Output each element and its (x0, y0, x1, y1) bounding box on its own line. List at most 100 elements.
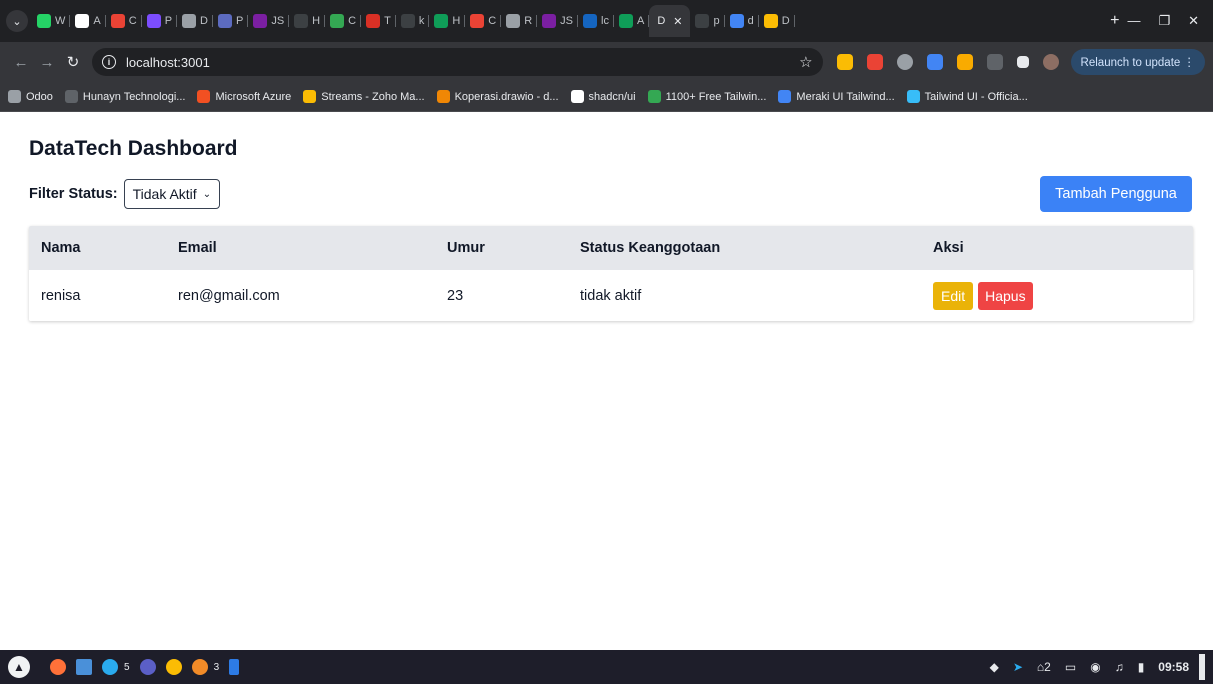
battery-icon[interactable]: ▮ (1138, 660, 1145, 674)
notification-icon[interactable]: ⌂2 (1037, 660, 1051, 674)
launcher-icon[interactable]: ▲ (8, 656, 30, 678)
tab-favicon-icon (294, 14, 309, 28)
tab-search-icon[interactable]: ⌄ (6, 10, 28, 32)
extension-icon[interactable] (866, 54, 883, 70)
browser-tab[interactable]: P (142, 7, 178, 35)
printer-icon[interactable]: ▭ (1065, 660, 1076, 674)
window-controls: — ❐ ✕ (1127, 13, 1207, 29)
firefox-icon[interactable] (50, 659, 66, 675)
bookmark-item[interactable]: Streams - Zoho Ma... (303, 90, 425, 103)
browser-tab[interactable]: C (106, 7, 142, 35)
bookmark-favicon-icon (197, 90, 211, 103)
browser-tab[interactable]: d (725, 7, 759, 35)
bookmark-item[interactable]: 1100+ Free Tailwin... (647, 90, 767, 103)
bookmark-item[interactable]: Odoo (8, 90, 53, 103)
browser-tab[interactable]: H (429, 7, 466, 35)
page-title: DataTech Dashboard (29, 137, 238, 160)
url-text: localhost:3001 (126, 54, 210, 70)
browser-tab[interactable]: C (325, 7, 362, 35)
browser-tab[interactable]: T (361, 7, 396, 35)
bookmark-favicon-icon (647, 90, 661, 103)
status-filter-select[interactable]: Tidak Aktif ⌄ (123, 179, 221, 209)
audio-icon[interactable]: ♫ (1115, 660, 1124, 674)
bookmark-label: 1100+ Free Tailwin... (665, 90, 767, 103)
browser-tab[interactable]: k (396, 7, 430, 35)
app-icon[interactable] (139, 659, 156, 675)
profile-avatar[interactable] (1042, 54, 1059, 70)
tab-favicon-icon (729, 14, 744, 28)
bookmark-favicon-icon (64, 90, 78, 103)
bookmark-favicon-icon (303, 90, 317, 103)
tab-favicon-icon (583, 14, 598, 28)
tab-favicon-icon (434, 14, 449, 28)
bookmark-item[interactable]: Microsoft Azure (197, 90, 291, 103)
browser-tab[interactable]: D (177, 7, 213, 35)
cell-status: tidak aktif (580, 287, 642, 304)
browser-tab[interactable]: A (70, 7, 107, 35)
telegram-tray-icon[interactable]: ➤ (1013, 660, 1023, 674)
tab-label: lc (601, 15, 609, 27)
back-icon[interactable]: ← (8, 54, 34, 71)
files-icon[interactable] (76, 659, 92, 675)
tab-list: W A C P D P JS H C Tk H C R JS lc A D ✕ p d D (32, 5, 1102, 37)
bookmark-favicon-icon (436, 90, 450, 103)
browser-tab[interactable]: C (465, 7, 502, 35)
delete-button[interactable]: Hapus (978, 281, 1033, 310)
minimize-icon[interactable]: — (1127, 13, 1140, 29)
add-user-button[interactable]: Tambah Pengguna (1040, 176, 1192, 212)
extension-icon[interactable] (836, 54, 853, 70)
bookmark-item[interactable]: Meraki UI Tailwind... (778, 90, 895, 103)
new-tab-icon[interactable]: + (1102, 12, 1127, 30)
browser-tab[interactable]: JS (537, 7, 578, 35)
bookmark-item[interactable]: Koperasi.drawio - d... (436, 90, 559, 103)
browser-tab[interactable]: JS (248, 7, 290, 35)
side-panel-icon[interactable] (1016, 56, 1029, 68)
restore-icon[interactable]: ❐ (1158, 13, 1170, 29)
reload-icon[interactable]: ↻ (60, 53, 86, 71)
tab-favicon-icon (366, 14, 381, 28)
bookmark-item[interactable]: shadcn/ui (570, 90, 636, 103)
tab-favicon-icon (110, 14, 125, 28)
close-tab-icon[interactable]: ✕ (673, 15, 682, 28)
extension-icon[interactable] (926, 54, 943, 70)
vscode-icon[interactable] (229, 659, 240, 675)
postman-icon[interactable] (191, 659, 208, 675)
browser-tab[interactable]: lc (578, 7, 614, 35)
tab-active[interactable]: D ✕ (649, 5, 691, 37)
browser-tab[interactable]: W (32, 7, 71, 35)
browser-tab[interactable]: D (759, 7, 795, 35)
cell-umur: 23 (447, 287, 464, 304)
extension-icon[interactable] (896, 54, 913, 70)
bookmark-star-icon[interactable]: ☆ (799, 53, 812, 71)
forward-icon[interactable]: → (34, 54, 60, 71)
extensions-puzzle-icon[interactable] (986, 54, 1003, 70)
close-window-icon[interactable]: ✕ (1188, 13, 1199, 29)
taskbar-apps: 5 3 (50, 659, 240, 675)
tab-label: D (781, 15, 790, 27)
chrome-icon[interactable] (165, 659, 182, 675)
table-header: Nama Email Umur Status Keanggotaan Aksi (29, 226, 1193, 270)
browser-tab[interactable]: p (690, 7, 725, 35)
edit-button[interactable]: Edit (933, 281, 974, 310)
system-tray: ◆ ➤ ⌂2 ▭ ◉ ♫ ▮ 09:58 (990, 660, 1189, 674)
row-actions: Edit Hapus (933, 281, 1033, 310)
filter-label: Filter Status: (29, 186, 118, 202)
extension-icon[interactable] (956, 54, 973, 70)
browser-tab-strip: ⌄ W A C P D P JS H C Tk H C R JS lc A D ✕ p d D + — ❐ ✕ (0, 0, 1213, 42)
browser-tab[interactable]: H (289, 7, 326, 35)
chevron-down-icon: ⌄ (202, 188, 212, 200)
browser-tab[interactable]: A (614, 7, 650, 35)
site-info-icon[interactable]: i (102, 55, 116, 69)
bookmark-item[interactable]: Hunayn Technologi... (64, 90, 185, 103)
tab-label: p (713, 15, 720, 27)
shield-icon[interactable]: ◆ (990, 660, 999, 674)
wifi-icon[interactable]: ◉ (1090, 660, 1100, 674)
telegram-icon[interactable] (102, 659, 118, 675)
vscode-badge: 3 (213, 661, 220, 673)
browser-tab[interactable]: R (501, 7, 538, 35)
relaunch-update-button[interactable]: Relaunch to update ⋮ (1070, 49, 1205, 75)
tab-favicon-icon (695, 14, 710, 28)
address-bar[interactable]: i localhost:3001 ☆ (92, 48, 823, 76)
bookmark-item[interactable]: Tailwind UI - Officia... (906, 90, 1028, 103)
browser-tab[interactable]: P (213, 7, 249, 35)
